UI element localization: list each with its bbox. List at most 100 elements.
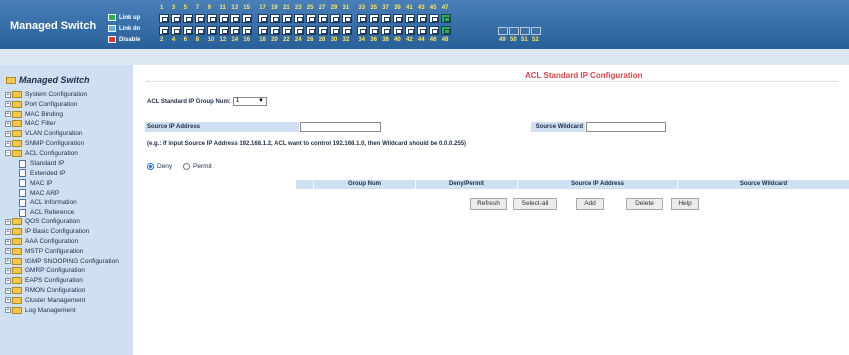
plus-icon[interactable]: + [5,287,11,294]
sidebar-title[interactable]: Managed Switch [6,75,90,85]
plus-icon[interactable]: + [5,101,11,108]
minus-icon[interactable]: − [5,150,11,157]
port-46[interactable] [428,26,439,35]
plus-icon[interactable]: + [5,130,11,137]
plus-icon[interactable]: + [5,248,11,255]
port-23[interactable] [293,14,304,23]
sidebar-item-qos-configuration[interactable]: + QOS Configuration [5,218,80,226]
port-16[interactable] [242,26,253,35]
port-20[interactable] [270,26,281,35]
sidebar-item-mac-ip[interactable]: MAC IP [19,179,52,188]
port-40[interactable] [393,26,404,35]
sidebar-item-eaps-configuration[interactable]: + EAPS Configuration [5,277,83,285]
sidebar-item-mac-filter[interactable]: + MAC Filter [5,120,56,128]
sidebar-item-gmrp-configuration[interactable]: + GMRP Configuration [5,267,85,275]
port-44[interactable] [416,26,427,35]
port-21[interactable] [282,14,292,23]
port-18[interactable] [258,26,269,35]
port-37[interactable] [381,14,392,23]
sidebar-item-mac-binding[interactable]: + MAC Binding [5,110,63,118]
port-2[interactable] [159,26,169,35]
port-48[interactable] [440,26,451,35]
port-41[interactable] [405,14,415,23]
port-25[interactable] [305,14,316,23]
sidebar-item-rmon-configuration[interactable]: + RMON Configuration [5,287,85,294]
port-31[interactable] [341,14,352,23]
sfp-port-52[interactable] [531,27,541,35]
port-12[interactable] [218,26,229,35]
sfp-port-51[interactable] [520,27,530,35]
sidebar-item-snmp-configuration[interactable]: + SNMP Configuration [5,140,84,147]
sidebar-item-system-configuration[interactable]: + System Configuration [5,91,87,98]
sidebar-item-cluster-management[interactable]: + Cluster Management [5,296,85,304]
port-32[interactable] [341,26,352,35]
plus-icon[interactable]: + [5,238,11,245]
sidebar-item-standard-ip[interactable]: Standard IP [19,159,64,168]
port-6[interactable] [182,26,193,35]
port-14[interactable] [230,26,241,35]
sidebar-item-log-management[interactable]: + Log Management [5,306,76,314]
sidebar-item-vlan-configuration[interactable]: + VLAN Configuration [5,130,82,138]
sidebar-item-acl-configuration[interactable]: − ACL Configuration [5,149,78,157]
select-all-button[interactable]: Select-all [513,198,557,210]
sidebar-item-mstp-configuration[interactable]: + MSTP Configuration [5,247,83,255]
sidebar-item-mac-arp[interactable]: MAC ARP [19,189,59,197]
port-15[interactable] [242,14,253,23]
port-7[interactable] [194,14,205,23]
delete-button[interactable]: Delete [626,198,663,210]
port-47[interactable] [440,14,451,23]
sidebar-item-ip-basic-configuration[interactable]: + IP Basic Configuration [5,228,89,236]
sidebar-item-acl-reference[interactable]: ACL Reference [19,208,74,217]
port-11[interactable] [218,14,229,23]
port-22[interactable] [282,26,292,35]
plus-icon[interactable]: + [5,267,11,274]
port-5[interactable] [182,14,193,23]
port-13[interactable] [230,14,241,23]
plus-icon[interactable]: + [5,218,11,225]
group-num-select[interactable]: 1 ▼ [233,97,267,106]
port-35[interactable] [369,14,380,23]
port-42[interactable] [405,26,415,35]
plus-icon[interactable]: + [5,307,11,314]
plus-icon[interactable]: + [5,91,11,98]
deny-radio[interactable]: Deny [147,163,172,170]
port-4[interactable] [170,26,181,35]
port-24[interactable] [293,26,304,35]
port-38[interactable] [381,26,392,35]
port-36[interactable] [369,26,380,35]
sfp-port-49[interactable] [498,27,508,35]
sidebar-item-aaa-configuration[interactable]: + AAA Configuration [5,238,78,245]
add-button[interactable]: Add [576,198,604,210]
plus-icon[interactable]: + [5,258,11,265]
plus-icon[interactable]: + [5,228,11,235]
port-33[interactable] [357,14,368,23]
port-43[interactable] [416,14,427,23]
port-26[interactable] [305,26,316,35]
source-wildcard-input[interactable] [586,122,666,132]
port-34[interactable] [357,26,368,35]
sidebar-item-igmp-snooping-configuration[interactable]: + IGMP SNOOPING Configuration [5,257,119,265]
port-8[interactable] [194,26,205,35]
port-17[interactable] [258,14,269,23]
sidebar-item-acl-information[interactable]: ACL Information [19,198,77,207]
plus-icon[interactable]: + [5,297,11,304]
plus-icon[interactable]: + [5,111,11,118]
port-19[interactable] [270,14,281,23]
sfp-port-50[interactable] [509,27,519,35]
sidebar-item-extended-ip[interactable]: Extended IP [19,169,65,178]
sidebar-item-port-configuration[interactable]: + Port Configuration [5,100,77,108]
port-27[interactable] [317,14,328,23]
plus-icon[interactable]: + [5,140,11,147]
plus-icon[interactable]: + [5,277,11,284]
port-3[interactable] [170,14,181,23]
port-45[interactable] [428,14,439,23]
port-9[interactable] [206,14,217,23]
port-10[interactable] [206,26,217,35]
port-28[interactable] [317,26,328,35]
source-ip-input[interactable] [300,122,381,132]
port-39[interactable] [393,14,404,23]
permit-radio[interactable]: Permit [183,163,212,170]
plus-icon[interactable]: + [5,120,11,127]
port-1[interactable] [159,14,169,23]
refresh-button[interactable]: Refresh [470,198,507,210]
